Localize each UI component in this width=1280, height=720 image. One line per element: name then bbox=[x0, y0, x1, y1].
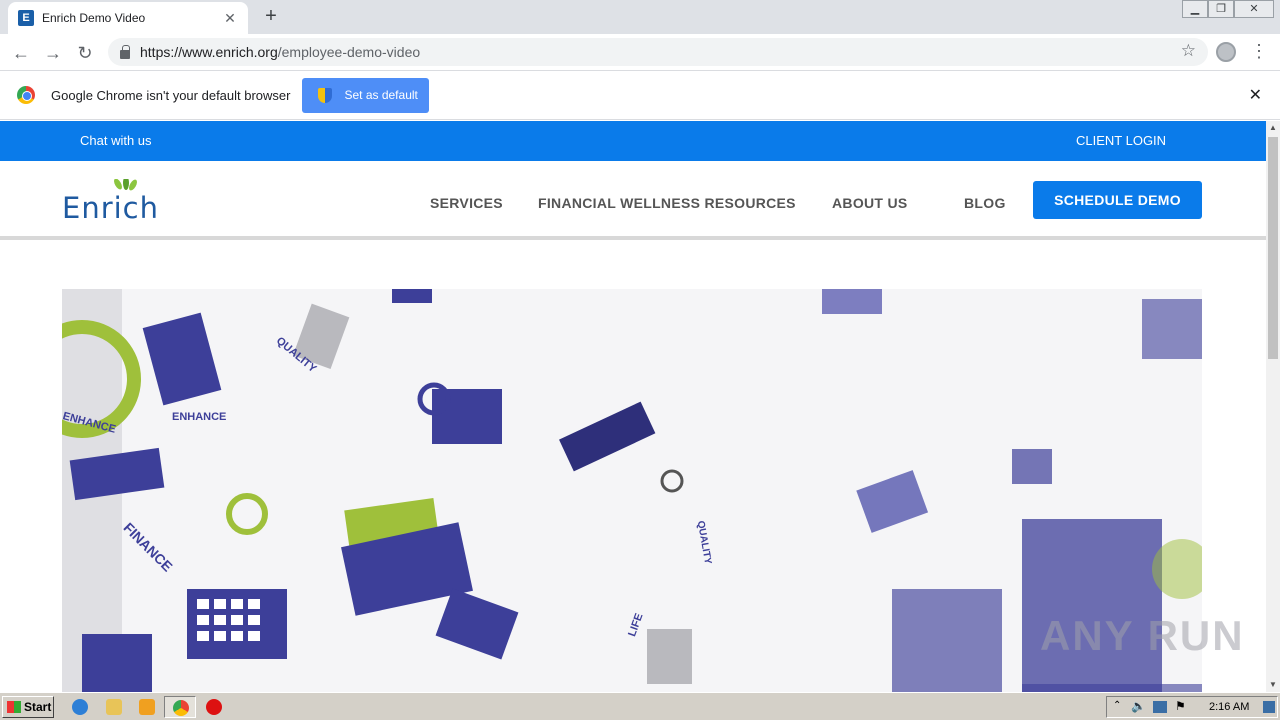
set-as-default-label: Set as default bbox=[344, 88, 418, 102]
taskbar-clock[interactable]: 2:16 AM bbox=[1209, 701, 1249, 713]
nav-about-us[interactable]: ABOUT US bbox=[832, 195, 908, 211]
profile-avatar-icon[interactable] bbox=[1216, 42, 1236, 62]
uac-shield-icon bbox=[318, 87, 333, 103]
page-scrollbar[interactable]: ▲ ▼ bbox=[1266, 121, 1280, 692]
new-tab-button[interactable]: + bbox=[260, 6, 282, 28]
windows-taskbar: Start ⌃ 🔈 ⚑ 2:16 AM bbox=[0, 692, 1280, 720]
show-desktop-icon[interactable] bbox=[1263, 701, 1275, 713]
infobar-close-icon[interactable]: ✕ bbox=[1249, 85, 1262, 105]
address-bar[interactable]: https://www.enrich.org /employee-demo-vi… bbox=[108, 38, 1208, 66]
nav-blog[interactable]: BLOG bbox=[964, 195, 1006, 211]
browser-toolbar: ← → ↻ https://www.enrich.org /employee-d… bbox=[0, 34, 1280, 71]
media-player-icon[interactable] bbox=[139, 699, 155, 715]
tab-close-icon[interactable]: ✕ bbox=[222, 10, 238, 27]
set-as-default-button[interactable]: Set as default bbox=[302, 77, 430, 113]
schedule-demo-button[interactable]: SCHEDULE DEMO bbox=[1033, 181, 1202, 219]
start-button[interactable]: Start bbox=[2, 696, 54, 718]
demo-video-player[interactable]: QUALITY ENHANCE ENHANCE FINANCE QUALITY … bbox=[62, 289, 1202, 692]
site-top-bar: Chat with us CLIENT LOGIN bbox=[0, 121, 1266, 161]
opera-icon[interactable] bbox=[206, 699, 222, 715]
enrich-logo[interactable]: Enrich bbox=[62, 179, 172, 225]
web-page: Chat with us CLIENT LOGIN Enrich SERVICE… bbox=[0, 121, 1266, 692]
forward-arrow-icon[interactable]: → bbox=[42, 42, 64, 64]
system-tray: ⌃ 🔈 ⚑ 2:16 AM bbox=[1106, 696, 1278, 718]
network-icon[interactable] bbox=[1153, 701, 1167, 713]
internet-explorer-icon[interactable] bbox=[72, 699, 88, 715]
site-navbar: Enrich SERVICES FINANCIAL WELLNESS RESOU… bbox=[0, 161, 1266, 240]
chat-link[interactable]: Chat with us bbox=[80, 133, 152, 148]
client-login-link[interactable]: CLIENT LOGIN bbox=[1076, 133, 1166, 148]
windows-logo-icon bbox=[7, 701, 21, 713]
lock-icon bbox=[120, 44, 130, 59]
chrome-logo-icon bbox=[17, 86, 35, 104]
chrome-taskbar-button[interactable] bbox=[164, 696, 196, 718]
minimize-button[interactable]: ▁ bbox=[1182, 0, 1208, 18]
close-window-button[interactable]: ✕ bbox=[1234, 0, 1274, 18]
video-word: ENHANCE bbox=[172, 411, 227, 423]
volume-icon[interactable]: 🔈 bbox=[1131, 699, 1146, 713]
watermark: ANY RUN bbox=[1040, 612, 1245, 659]
bookmark-star-icon[interactable]: ☆ bbox=[1181, 41, 1196, 61]
scroll-down-arrow-icon[interactable]: ▼ bbox=[1266, 678, 1280, 692]
nav-services[interactable]: SERVICES bbox=[430, 195, 503, 211]
default-browser-infobar: Google Chrome isn't your default browser… bbox=[0, 71, 1280, 120]
reload-icon[interactable]: ↻ bbox=[74, 42, 96, 64]
scroll-up-arrow-icon[interactable]: ▲ bbox=[1266, 121, 1280, 135]
url-host: https://www.enrich.org bbox=[140, 44, 278, 60]
back-arrow-icon[interactable]: ← bbox=[10, 42, 32, 64]
url-path: /employee-demo-video bbox=[277, 44, 421, 60]
nav-financial-wellness-resources[interactable]: FINANCIAL WELLNESS RESOURCES bbox=[538, 195, 796, 211]
chrome-menu-icon[interactable]: ⋮ bbox=[1250, 40, 1268, 64]
tab-title: Enrich Demo Video bbox=[42, 11, 146, 25]
scroll-thumb[interactable] bbox=[1268, 137, 1278, 359]
tab-strip: E Enrich Demo Video ✕ + ▁ ❐ ✕ bbox=[0, 0, 1280, 34]
logo-text: Enrich bbox=[62, 191, 160, 225]
chrome-icon bbox=[173, 700, 189, 716]
restore-button[interactable]: ❐ bbox=[1208, 0, 1234, 18]
browser-tab[interactable]: E Enrich Demo Video ✕ bbox=[8, 2, 248, 34]
infobar-message: Google Chrome isn't your default browser bbox=[51, 87, 291, 103]
site-favicon-icon: E bbox=[18, 10, 34, 26]
file-explorer-icon[interactable] bbox=[106, 699, 122, 715]
action-center-flag-icon[interactable]: ⚑ bbox=[1175, 699, 1186, 713]
tray-expand-icon[interactable]: ⌃ bbox=[1113, 700, 1121, 711]
start-label: Start bbox=[24, 700, 52, 714]
